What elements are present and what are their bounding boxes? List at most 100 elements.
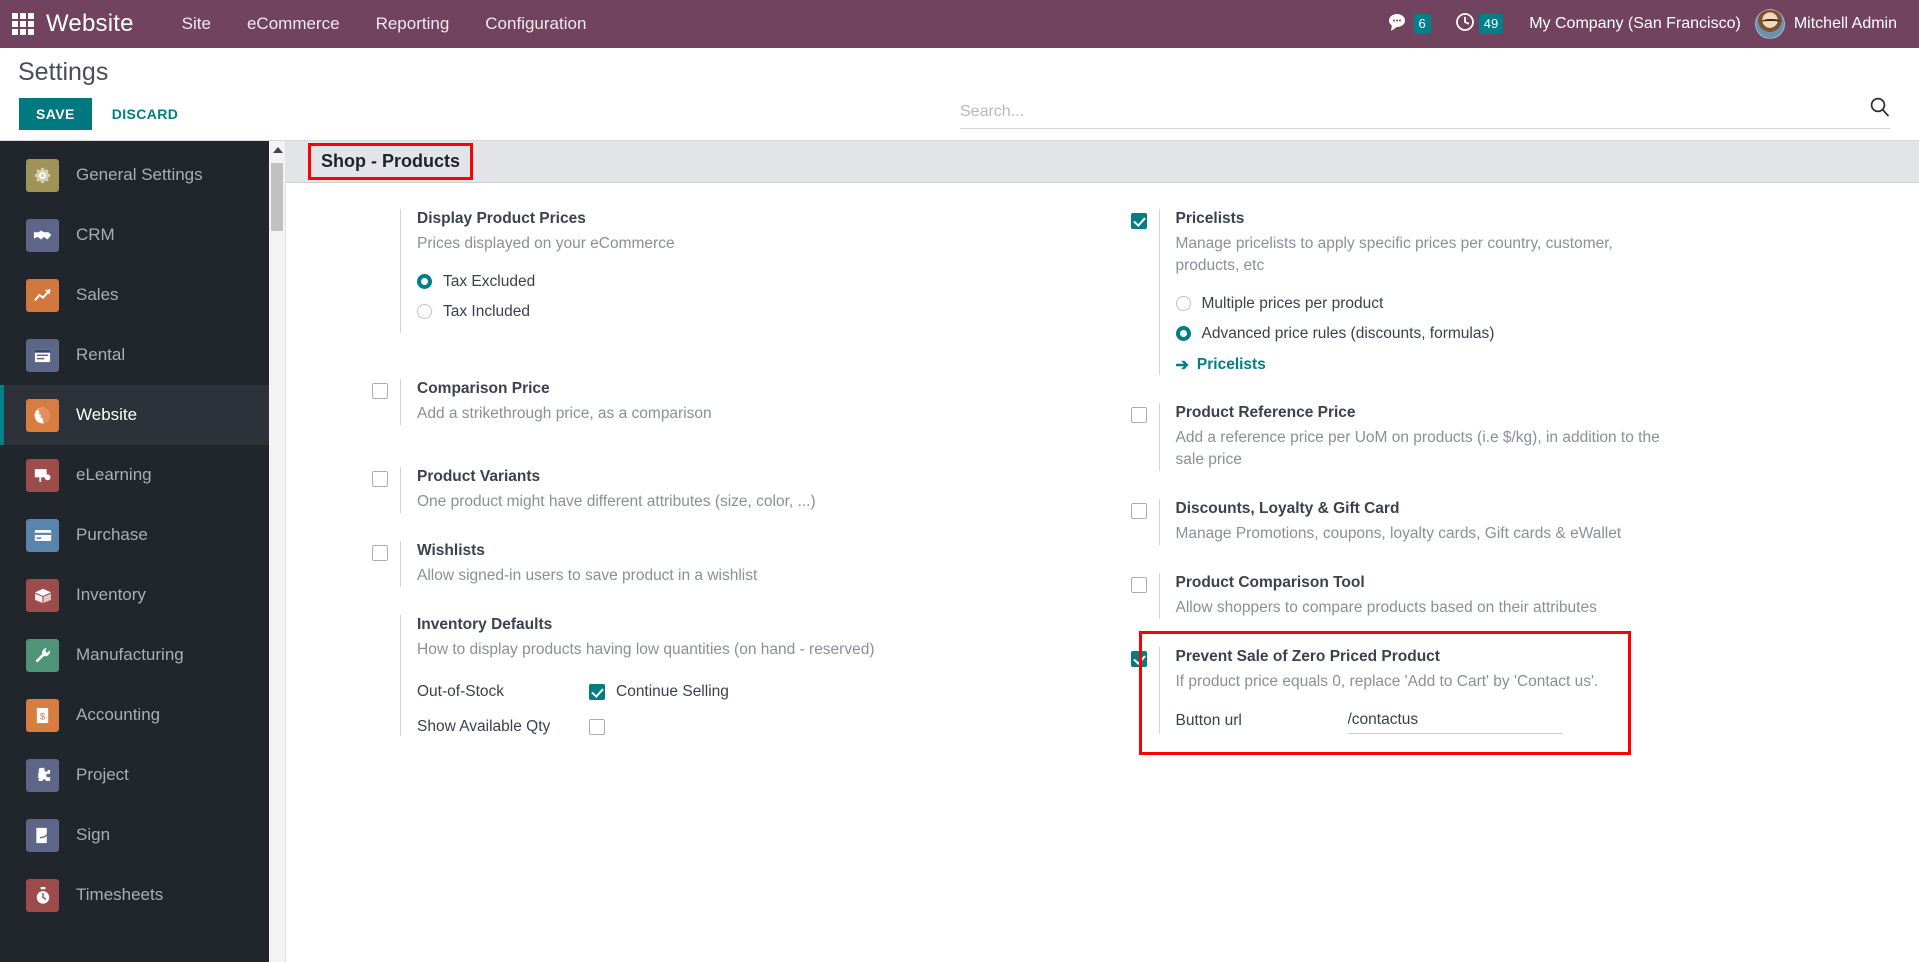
sidebar-item-general-settings[interactable]: General Settings [0, 145, 269, 205]
scrollbar-thumb[interactable] [271, 163, 283, 231]
stopwatch-icon [26, 878, 59, 912]
section-title-shop-products: Shop - Products [308, 143, 473, 180]
product-comparison-tool-checkbox[interactable] [1130, 576, 1147, 593]
setting-display-product-prices: Display Product Prices Prices displayed … [372, 209, 1073, 333]
setting-inventory-defaults: Inventory Defaults How to display produc… [372, 614, 1073, 736]
sidebar-item-elearning[interactable]: eLearning [0, 445, 269, 505]
globe-icon [26, 398, 59, 432]
setting-label: Product Variants [417, 467, 541, 485]
sidebar-item-label: Accounting [76, 705, 161, 724]
setting-discounts-loyalty-gift-card: Discounts, Loyalty & Gift Card Manage Pr… [1130, 498, 1890, 545]
wrench-icon [26, 638, 59, 672]
show-available-qty-checkbox[interactable] [589, 718, 605, 735]
setting-description: How to display products having low quant… [417, 640, 875, 658]
setting-description: Add a strikethrough price, as a comparis… [417, 404, 712, 422]
app-brand-name[interactable]: Website [46, 10, 134, 38]
sidebar-item-sales[interactable]: Sales [0, 265, 269, 325]
radio-icon[interactable] [417, 304, 432, 320]
setting-description: One product might have different attribu… [417, 492, 816, 510]
setting-label: Prevent Sale of Zero Priced Product [1175, 647, 1440, 665]
activities-button[interactable]: 49 [1443, 0, 1515, 48]
sidebar-item-label: Manufacturing [76, 645, 184, 664]
continue-selling-checkbox[interactable] [589, 683, 605, 700]
radio-option-multiple-prices[interactable]: Multiple prices per product [1175, 294, 1890, 313]
pricelists-checkbox[interactable] [1130, 213, 1147, 229]
discounts-loyalty-checkbox[interactable] [1130, 502, 1147, 519]
settings-pane: Shop - Products Display Product Prices P… [269, 141, 1919, 962]
settings-left-column: Display Product Prices Prices displayed … [286, 209, 1103, 764]
radio-option-tax-included[interactable]: Tax Included [417, 303, 1073, 321]
radio-icon[interactable] [1175, 296, 1191, 312]
user-menu[interactable]: Mitchell Admin [1754, 9, 1919, 39]
radio-icon-selected[interactable] [1175, 326, 1191, 342]
sidebar-item-inventory[interactable]: Inventory [0, 565, 269, 625]
section-header: Shop - Products [286, 141, 1919, 183]
setting-label: Display Product Prices [417, 210, 586, 227]
sidebar-item-manufacturing[interactable]: Manufacturing [0, 625, 269, 685]
settings-sidebar: General Settings CRM Sales Rental Websit… [0, 141, 269, 962]
wishlists-checkbox[interactable] [372, 544, 388, 561]
radio-option-tax-excluded[interactable]: Tax Excluded [417, 273, 1073, 291]
comparison-price-checkbox[interactable] [372, 382, 388, 399]
page-title: Settings [18, 58, 109, 86]
puzzle-icon [26, 758, 59, 792]
field-show-available-qty: Show Available Qty [417, 718, 1073, 736]
setting-comparison-price: Comparison Price Add a strikethrough pri… [372, 378, 1073, 425]
sidebar-item-label: General Settings [76, 165, 203, 184]
apps-grid-icon[interactable] [0, 0, 46, 48]
scroll-up-arrow-icon[interactable] [273, 147, 283, 153]
search-bar [960, 96, 1890, 129]
product-reference-price-checkbox[interactable] [1130, 406, 1147, 423]
prevent-zero-price-checkbox[interactable] [1130, 650, 1147, 667]
setting-label: Product Reference Price [1175, 403, 1356, 421]
nav-item-site[interactable]: Site [164, 0, 229, 48]
sidebar-item-rental[interactable]: Rental [0, 325, 269, 385]
sidebar-item-website[interactable]: Website [0, 385, 269, 445]
presentation-icon [26, 458, 59, 492]
nav-item-ecommerce[interactable]: eCommerce [229, 0, 358, 48]
sidebar-item-label: CRM [76, 225, 115, 244]
setting-wishlists: Wishlists Allow signed-in users to save … [372, 540, 1073, 587]
radio-option-advanced-rules[interactable]: Advanced price rules (discounts, formula… [1175, 325, 1890, 343]
checkbox-slot-empty [372, 209, 400, 333]
sidebar-item-label: eLearning [76, 465, 152, 484]
sidebar-item-timesheets[interactable]: Timesheets [0, 865, 269, 925]
settings-scrollbar[interactable] [269, 141, 286, 962]
product-variants-checkbox[interactable] [372, 470, 388, 487]
sidebar-item-label: Sign [76, 825, 111, 844]
handshake-icon [26, 218, 59, 252]
user-name: Mitchell Admin [1793, 15, 1897, 32]
sidebar-item-crm[interactable]: CRM [0, 205, 269, 265]
setting-label: Wishlists [417, 541, 485, 559]
sidebar-item-label: Inventory [76, 585, 146, 604]
button-url-input[interactable] [1347, 708, 1563, 734]
setting-product-reference-price: Product Reference Price Add a reference … [1130, 402, 1890, 471]
radio-label: Multiple prices per product [1201, 294, 1384, 312]
field-label: Button url [1175, 712, 1242, 730]
svg-text:$: $ [40, 711, 46, 722]
pricelists-link[interactable]: ➔ Pricelists [1176, 355, 1890, 375]
sidebar-item-label: Rental [76, 345, 126, 364]
sidebar-item-project[interactable]: Project [0, 745, 269, 805]
company-switcher[interactable]: My Company (San Francisco) [1515, 15, 1755, 33]
setting-description: Manage Promotions, coupons, loyalty card… [1175, 524, 1622, 542]
avatar [1754, 9, 1785, 39]
setting-description: Manage pricelists to apply specific pric… [1175, 234, 1613, 274]
setting-label: Pricelists [1175, 210, 1245, 227]
search-icon[interactable] [1859, 96, 1890, 121]
nav-item-configuration[interactable]: Configuration [467, 0, 604, 48]
gear-icon [26, 158, 59, 192]
navbar-right-group: 6 49 My Company (San Francisco) Mitchell… [1376, 0, 1919, 48]
radio-icon-selected[interactable] [417, 274, 432, 290]
save-button[interactable]: SAVE [19, 98, 92, 130]
discard-button[interactable]: DISCARD [98, 98, 193, 130]
sidebar-item-accounting[interactable]: $ Accounting [0, 685, 269, 745]
radio-group-tax-display: Tax Excluded Tax Included [417, 273, 1073, 321]
messages-button[interactable]: 6 [1376, 0, 1443, 48]
sidebar-item-purchase[interactable]: Purchase [0, 505, 269, 565]
sidebar-item-sign[interactable]: Sign [0, 805, 269, 865]
setting-label: Comparison Price [417, 379, 550, 397]
setting-pricelists: Pricelists Manage pricelists to apply sp… [1130, 209, 1890, 375]
nav-item-reporting[interactable]: Reporting [358, 0, 468, 48]
search-input[interactable] [960, 103, 1859, 121]
